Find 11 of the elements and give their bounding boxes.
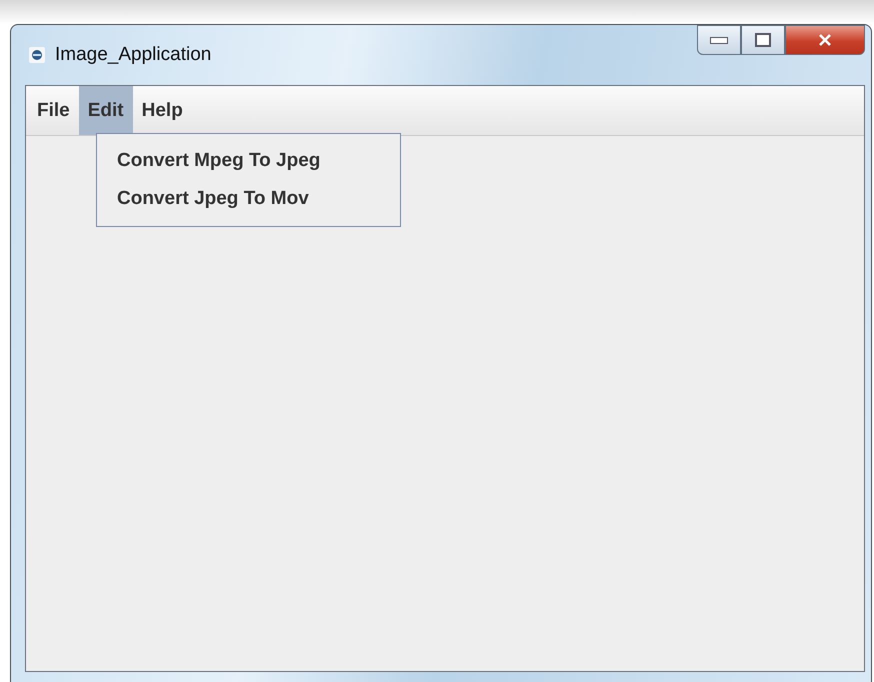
menu-option[interactable]: Convert Jpeg To Mov (97, 180, 400, 218)
menu-item[interactable]: File (28, 86, 79, 135)
window-title: Image_Application (55, 44, 212, 66)
menu-item[interactable]: Help (132, 86, 192, 135)
maximize-button[interactable] (741, 25, 785, 55)
menu-item[interactable]: Edit (78, 86, 133, 135)
menu-option[interactable]: Convert Mpeg To Jpeg (97, 142, 400, 180)
close-icon (818, 34, 832, 46)
minimize-button[interactable] (697, 25, 741, 55)
close-button[interactable] (785, 25, 865, 55)
app-icon (29, 47, 45, 63)
